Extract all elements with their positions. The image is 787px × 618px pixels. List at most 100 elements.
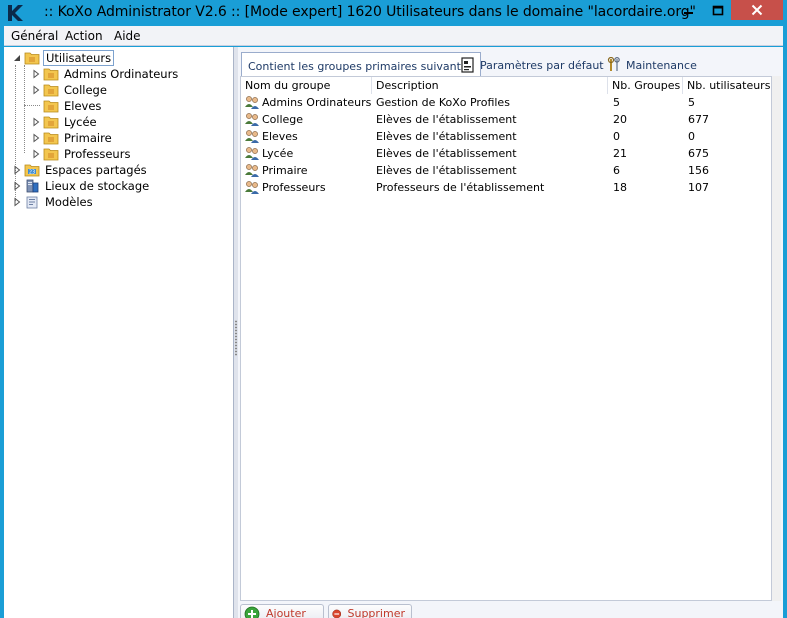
minimize-button[interactable] xyxy=(674,0,704,20)
group-count: 20 xyxy=(613,113,627,126)
storage-icon xyxy=(26,179,39,193)
koxo-logo-icon xyxy=(8,5,23,21)
table-row[interactable]: Admins Ordinateurs Gestion de KoXo Profi… xyxy=(241,94,771,111)
group-name: Lycée xyxy=(262,147,294,160)
tree-label[interactable]: Modèles xyxy=(43,195,95,209)
tree-label[interactable]: Admins Ordinateurs xyxy=(62,67,180,81)
tree-node-primaire[interactable]: Primaire xyxy=(31,130,114,146)
group-description: Professeurs de l'établissement xyxy=(376,181,545,194)
collapsed-arrow-icon[interactable] xyxy=(31,69,41,79)
tab-parametres-par-defaut[interactable]: Paramètres par défaut xyxy=(460,54,604,76)
group-count: 21 xyxy=(613,147,627,160)
column-header-nom[interactable]: Nom du groupe xyxy=(241,77,372,94)
splitter-grip[interactable] xyxy=(235,320,237,356)
collapsed-arrow-icon[interactable] xyxy=(31,133,41,143)
collapsed-arrow-icon[interactable] xyxy=(31,117,41,127)
tree-label[interactable]: Utilisateurs xyxy=(43,50,115,66)
group-count: 6 xyxy=(613,164,620,177)
group-description: Elèves de l'établissement xyxy=(376,113,517,126)
group-users-icon xyxy=(245,147,259,160)
folder-icon xyxy=(43,84,59,97)
folder-icon xyxy=(43,100,59,113)
column-header-nb-utilisateurs[interactable]: Nb. utilisateurs xyxy=(683,77,771,94)
tree-node-admins-ordinateurs[interactable]: Admins Ordinateurs xyxy=(31,66,180,82)
collapsed-arrow-icon[interactable] xyxy=(12,181,22,191)
tree-label[interactable]: Espaces partagés xyxy=(43,163,149,177)
tree-node-professeurs[interactable]: Professeurs xyxy=(31,146,132,162)
folder-icon xyxy=(43,132,59,145)
table-row[interactable]: Lycée Elèves de l'établissement 21 675 xyxy=(241,145,771,162)
column-header-description[interactable]: Description xyxy=(372,77,608,94)
vertical-scrollbar[interactable] xyxy=(772,76,781,601)
table-row[interactable]: Primaire Elèves de l'établissement 6 156 xyxy=(241,162,771,179)
settings-doc-icon xyxy=(461,57,474,73)
close-button[interactable] xyxy=(731,0,783,20)
folder-icon xyxy=(43,68,59,81)
add-button[interactable]: Ajouter xyxy=(240,604,324,618)
user-count: 677 xyxy=(688,113,709,126)
tree-node-eleves[interactable]: Eleves xyxy=(31,98,103,114)
table-row[interactable]: Eleves Elèves de l'établissement 0 0 xyxy=(241,128,771,145)
tab-strip: Contient les groupes primaires suivants … xyxy=(238,51,783,79)
delete-button[interactable]: Supprimer xyxy=(328,604,412,618)
collapsed-arrow-icon[interactable] xyxy=(12,197,22,207)
menu-action[interactable]: Action xyxy=(65,29,103,43)
add-button-label: Ajouter xyxy=(266,607,306,618)
group-count: 18 xyxy=(613,181,627,194)
column-header-nb-groupes[interactable]: Nb. Groupes xyxy=(608,77,683,94)
tree-label[interactable]: Professeurs xyxy=(62,147,132,161)
maximize-icon xyxy=(712,5,723,15)
group-description: Gestion de KoXo Profiles xyxy=(376,96,510,109)
tree-node-college[interactable]: College xyxy=(31,82,109,98)
table-row[interactable]: College Elèves de l'établissement 20 677 xyxy=(241,111,771,128)
menu-bar: Général Action Aide xyxy=(4,26,783,46)
group-description: Elèves de l'établissement xyxy=(376,130,517,143)
tree-label[interactable]: Primaire xyxy=(62,131,114,145)
window-title: :: KoXo Administrator V2.6 :: [Mode expe… xyxy=(44,4,696,20)
delete-button-label: Supprimer xyxy=(347,607,405,618)
minimize-icon xyxy=(684,12,693,14)
tab-maintenance[interactable]: Maintenance xyxy=(606,54,697,76)
tree-label[interactable]: Eleves xyxy=(62,99,103,113)
tree-node-utilisateurs[interactable]: Utilisateurs xyxy=(12,50,115,66)
menu-general[interactable]: Général xyxy=(11,29,58,43)
folder-icon xyxy=(24,52,40,65)
group-users-icon xyxy=(245,130,259,143)
tree-node-espaces-partages[interactable]: 23 Espaces partagés xyxy=(12,162,149,178)
collapsed-arrow-icon[interactable] xyxy=(12,165,22,175)
group-name: College xyxy=(262,113,304,126)
tree-node-lycee[interactable]: Lycée xyxy=(31,114,99,130)
tree-label[interactable]: Lieux de stockage xyxy=(43,179,151,193)
group-users-icon xyxy=(245,181,259,194)
user-count: 0 xyxy=(688,130,695,143)
folder-icon xyxy=(43,116,59,129)
svg-text:23: 23 xyxy=(29,170,35,176)
group-name: Professeurs xyxy=(262,181,326,194)
tree-label[interactable]: College xyxy=(62,83,109,97)
group-count: 5 xyxy=(613,96,620,109)
template-icon xyxy=(26,196,38,209)
expanded-arrow-icon[interactable] xyxy=(12,53,22,63)
tools-icon xyxy=(607,57,620,71)
tree-node-modeles[interactable]: Modèles xyxy=(12,194,95,210)
group-users-icon xyxy=(245,96,259,109)
groups-table: Nom du groupe Description Nb. Groupes Nb… xyxy=(240,76,772,601)
group-name: Primaire xyxy=(262,164,308,177)
collapsed-arrow-icon[interactable] xyxy=(31,149,41,159)
tree-label[interactable]: Lycée xyxy=(62,115,99,129)
collapsed-arrow-icon[interactable] xyxy=(31,85,41,95)
title-bar: :: KoXo Administrator V2.6 :: [Mode expe… xyxy=(0,0,787,26)
user-count: 5 xyxy=(688,96,695,109)
tab-label: Paramètres par défaut xyxy=(480,58,604,72)
menu-aide[interactable]: Aide xyxy=(114,29,141,43)
user-count: 156 xyxy=(688,164,709,177)
user-count: 107 xyxy=(688,181,709,194)
navigation-tree: Utilisateurs Admins Ordinateurs College … xyxy=(4,47,234,618)
tab-groupes-primaires[interactable]: Contient les groupes primaires suivants … xyxy=(241,52,481,79)
group-count: 0 xyxy=(613,130,620,143)
maximize-button[interactable] xyxy=(704,0,731,20)
share-icon: 23 xyxy=(24,164,40,177)
group-name: Eleves xyxy=(262,130,298,143)
table-row[interactable]: Professeurs Professeurs de l'établisseme… xyxy=(241,179,771,196)
tree-node-lieux-de-stockage[interactable]: Lieux de stockage xyxy=(12,178,151,194)
